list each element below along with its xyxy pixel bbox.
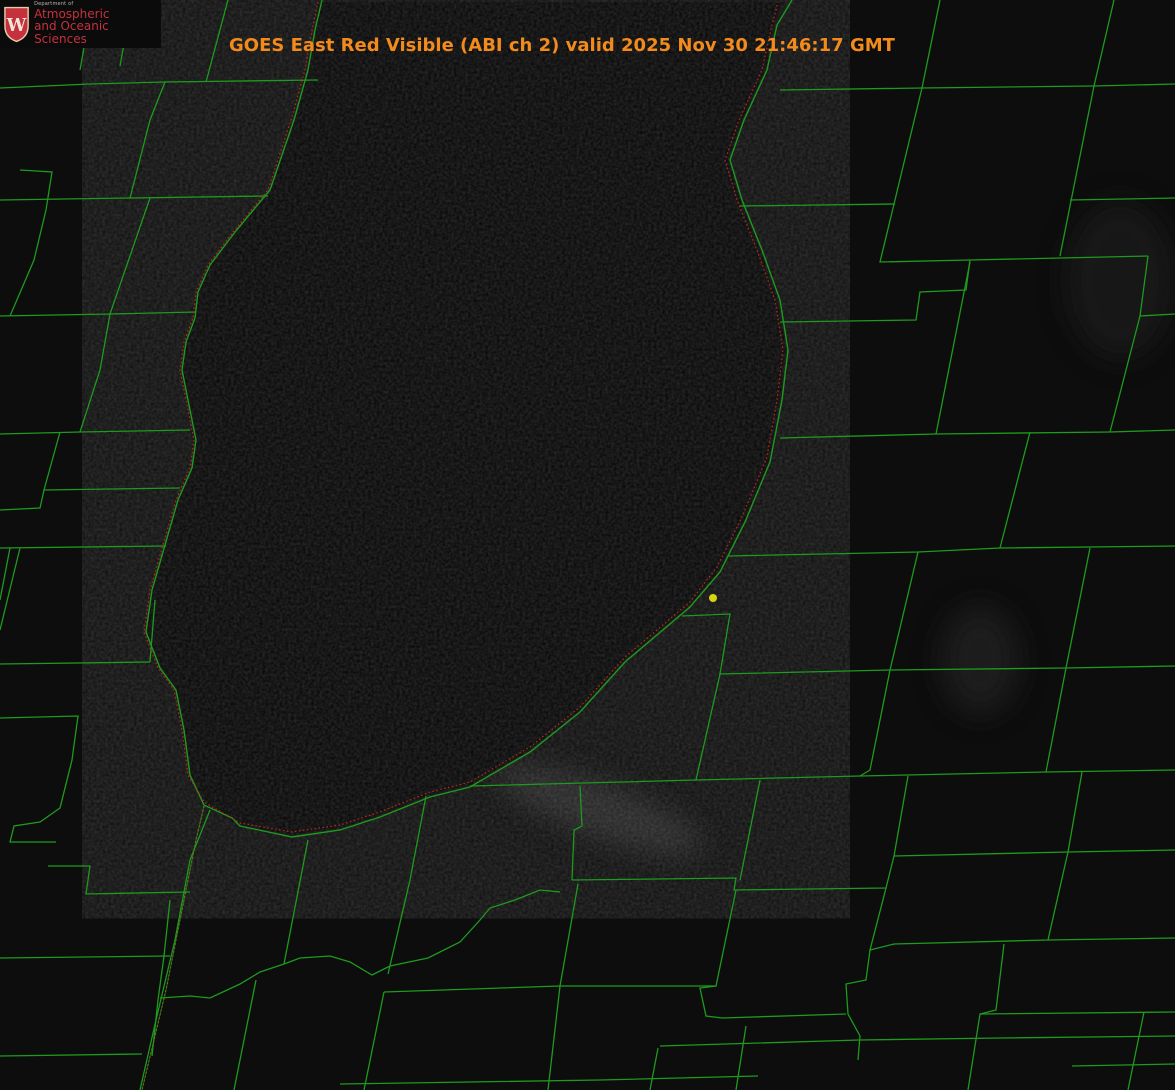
logo-line2: and Oceanic Sciences bbox=[34, 19, 109, 46]
crest-letter: W bbox=[6, 16, 27, 36]
station-marker bbox=[709, 594, 717, 602]
satellite-map bbox=[0, 0, 1175, 1090]
image-title: GOES East Red Visible (ABI ch 2) valid 2… bbox=[229, 35, 895, 56]
uw-crest-icon: W bbox=[4, 6, 29, 43]
department-logo: W Department of Atmospheric and Oceanic … bbox=[0, 0, 161, 48]
